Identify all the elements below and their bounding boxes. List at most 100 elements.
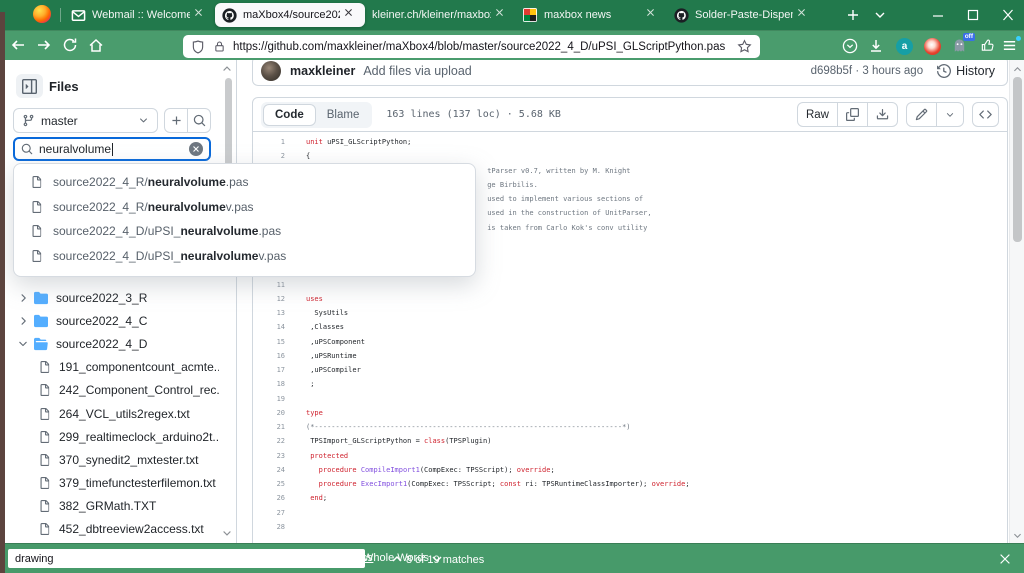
copy-icon[interactable] bbox=[837, 103, 867, 126]
history-button[interactable]: History bbox=[937, 64, 995, 78]
close-findbar-icon[interactable] bbox=[998, 552, 1012, 566]
search-result-item[interactable]: source2022_4_R/neuralvolume.pas bbox=[14, 170, 475, 195]
branch-selector[interactable]: master bbox=[13, 108, 158, 133]
browser-tab[interactable]: maxbox news bbox=[516, 0, 667, 30]
tree-file-item[interactable]: 264_VCL_utils2regex.txt bbox=[0, 402, 219, 425]
chevron-right-icon[interactable] bbox=[17, 292, 29, 304]
add-file-button[interactable] bbox=[165, 109, 187, 132]
tree-file-item[interactable]: 299_realtimeclock_arduino2t... bbox=[0, 425, 219, 448]
line-number[interactable]: 28 bbox=[253, 520, 285, 534]
sidebar-scroll-down-icon[interactable] bbox=[221, 527, 233, 539]
bookmark-star-icon[interactable] bbox=[737, 39, 752, 54]
url-text[interactable]: https://github.com/maxkleiner/maXbox4/bl… bbox=[233, 41, 737, 53]
page-scrollbar-thumb[interactable] bbox=[1013, 77, 1022, 242]
pocket-icon[interactable] bbox=[842, 38, 858, 54]
home-icon[interactable] bbox=[88, 37, 104, 53]
menu-hamburger-icon[interactable] bbox=[1002, 36, 1021, 54]
line-number[interactable]: 1 bbox=[253, 135, 285, 149]
tree-file-item[interactable]: 379_timefunctesterfilemon.txt bbox=[0, 472, 219, 495]
lock-icon[interactable] bbox=[213, 40, 226, 53]
line-number[interactable]: 20 bbox=[253, 406, 285, 420]
clear-search-icon[interactable] bbox=[189, 142, 203, 156]
back-icon[interactable] bbox=[10, 37, 26, 53]
tree-file-item[interactable]: 382_GRMath.TXT bbox=[0, 495, 219, 518]
line-number[interactable]: 17 bbox=[253, 363, 285, 377]
search-tree-button[interactable] bbox=[187, 109, 210, 132]
tree-file-item[interactable]: 452_dbtreeview2access.txt bbox=[0, 518, 219, 541]
page-scroll-down-icon[interactable] bbox=[1012, 530, 1023, 541]
raw-button[interactable]: Raw bbox=[798, 103, 837, 126]
commit-message[interactable]: Add files via upload bbox=[363, 64, 471, 78]
forward-icon[interactable] bbox=[36, 37, 52, 53]
chevron-down-icon[interactable] bbox=[17, 338, 29, 350]
downloads-icon[interactable] bbox=[868, 38, 884, 54]
checkbox-icon[interactable] bbox=[277, 552, 289, 564]
page-scrollbar[interactable] bbox=[1009, 60, 1024, 543]
search-result-item[interactable]: source2022_4_R/neuralvolumev.pas bbox=[14, 195, 475, 220]
search-result-item[interactable]: source2022_4_D/uPSI_neuralvolumev.pas bbox=[14, 244, 475, 269]
url-bar[interactable]: https://github.com/maxkleiner/maXbox4/bl… bbox=[183, 35, 760, 58]
close-tab-icon[interactable] bbox=[797, 8, 811, 22]
edit-pencil-icon[interactable] bbox=[907, 103, 936, 126]
line-number[interactable]: 22 bbox=[253, 434, 285, 448]
line-number[interactable]: 24 bbox=[253, 463, 285, 477]
reload-icon[interactable] bbox=[62, 37, 78, 53]
line-number[interactable]: 25 bbox=[253, 477, 285, 491]
checkbox-icon[interactable] bbox=[224, 552, 236, 564]
file-search-input[interactable]: neuralvolume bbox=[13, 137, 211, 161]
avatar[interactable] bbox=[261, 61, 281, 81]
maximize-button[interactable] bbox=[966, 9, 980, 21]
browser-tab[interactable]: Webmail :: Welcome to Webm bbox=[64, 0, 215, 30]
checkbox-icon[interactable] bbox=[166, 552, 178, 564]
line-number[interactable]: 18 bbox=[253, 377, 285, 391]
close-tab-icon[interactable] bbox=[495, 8, 509, 22]
tree-file-item[interactable]: 242_Component_Control_rec... bbox=[0, 379, 219, 402]
ghostery-off-icon[interactable]: off bbox=[952, 33, 975, 54]
line-number[interactable]: 16 bbox=[253, 349, 285, 363]
close-tab-icon[interactable] bbox=[646, 8, 660, 22]
line-number[interactable]: 19 bbox=[253, 392, 285, 406]
close-window-button[interactable] bbox=[1001, 9, 1015, 21]
browser-tab[interactable]: maXbox4/source2022_4_D/uP bbox=[215, 3, 365, 27]
line-number[interactable]: 15 bbox=[253, 335, 285, 349]
browser-tab[interactable]: Solder-Paste-Dispenser/src/D bbox=[667, 0, 818, 30]
line-number[interactable]: 14 bbox=[253, 320, 285, 334]
sidebar-scroll-up-icon[interactable] bbox=[221, 63, 233, 75]
chevron-right-icon[interactable] bbox=[17, 315, 29, 327]
line-number[interactable]: 23 bbox=[253, 449, 285, 463]
minimize-button[interactable] bbox=[931, 9, 945, 21]
checkbox-icon[interactable] bbox=[345, 552, 357, 564]
line-number[interactable]: 11 bbox=[253, 278, 285, 292]
page-scroll-up-icon[interactable] bbox=[1012, 64, 1023, 75]
line-number[interactable]: 12 bbox=[253, 292, 285, 306]
line-number[interactable]: 26 bbox=[253, 491, 285, 505]
tab-code[interactable]: Code bbox=[263, 103, 316, 126]
line-number[interactable]: 27 bbox=[253, 506, 285, 520]
line-number[interactable]: 13 bbox=[253, 306, 285, 320]
firefox-logo-icon[interactable] bbox=[33, 5, 53, 25]
line-number[interactable]: 21 bbox=[253, 420, 285, 434]
adblock-icon[interactable] bbox=[924, 38, 941, 55]
list-tabs-chevron-icon[interactable] bbox=[873, 10, 887, 20]
new-tab-button[interactable] bbox=[845, 7, 861, 23]
commit-author[interactable]: maxkleiner bbox=[290, 64, 355, 78]
close-tab-icon[interactable] bbox=[344, 8, 358, 22]
page-like-icon[interactable] bbox=[980, 38, 996, 54]
amazon-assistant-icon[interactable]: a bbox=[896, 38, 913, 55]
download-icon[interactable] bbox=[867, 103, 897, 126]
tree-folder-item[interactable]: source2022_4_D bbox=[0, 332, 219, 355]
symbols-panel-icon[interactable] bbox=[972, 102, 999, 127]
collapse-file-tree-button[interactable] bbox=[16, 74, 43, 98]
close-tab-icon[interactable] bbox=[194, 8, 208, 22]
browser-tab[interactable]: kleiner.ch/kleiner/maxbox_functio bbox=[365, 0, 516, 30]
tab-blame[interactable]: Blame bbox=[316, 104, 371, 126]
tree-file-item[interactable]: 370_synedit2_mxtester.txt bbox=[0, 448, 219, 471]
edit-dropdown-chevron-icon[interactable] bbox=[936, 103, 963, 126]
search-result-item[interactable]: source2022_4_D/uPSI_neuralvolume.pas bbox=[14, 219, 475, 244]
tree-file-item[interactable]: 191_componentcount_acmte... bbox=[0, 356, 219, 379]
shield-icon[interactable] bbox=[191, 39, 205, 54]
tree-folder-item[interactable]: source2022_3_R bbox=[0, 286, 219, 309]
tree-folder-item[interactable]: source2022_4_C bbox=[0, 309, 219, 332]
sidebar-scrollbar-thumb[interactable] bbox=[225, 78, 232, 173]
line-number[interactable]: 2 bbox=[253, 149, 285, 163]
